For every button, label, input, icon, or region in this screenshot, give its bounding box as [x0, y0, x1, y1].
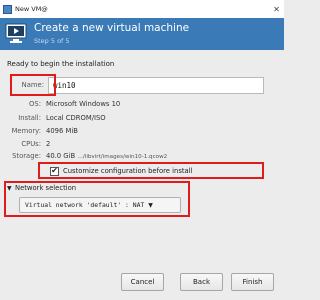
storage-path: …/libvirt/images/win10-1.qcow2	[77, 154, 168, 160]
install-label: Install:	[18, 114, 41, 122]
chevron-down-icon: ▼	[148, 201, 153, 209]
storage-value: 40.0 GiB …/libvirt/images/win10-1.qcow2	[46, 152, 167, 160]
back-button[interactable]: Back	[180, 273, 223, 291]
storage-size: 40.0 GiB	[46, 152, 76, 160]
close-icon[interactable]: ✕	[269, 0, 284, 18]
name-label: Name:	[21, 81, 44, 89]
customize-option[interactable]: ✔ Customize configuration before install	[50, 165, 192, 177]
network-select-value: Virtual network 'default' : NAT	[25, 201, 145, 209]
ready-text: Ready to begin the installation	[7, 60, 115, 68]
os-value: Microsoft Windows 10	[46, 100, 121, 108]
monitor-icon	[5, 23, 27, 43]
network-label[interactable]: Network selection	[15, 184, 76, 192]
window-titlebar: New VM@ ✕	[0, 0, 284, 19]
os-label: OS:	[29, 100, 41, 108]
vm-name-input[interactable]: win10	[48, 77, 264, 94]
window-controls: ✕	[269, 0, 284, 18]
network-select[interactable]: Virtual network 'default' : NAT ▼	[19, 197, 181, 213]
network-expander[interactable]: ▼ Network selection	[7, 184, 76, 192]
name-row: Name: win10	[0, 77, 284, 97]
customize-checkbox[interactable]: ✔	[50, 166, 59, 176]
customize-label[interactable]: Customize configuration before install	[63, 167, 192, 175]
wizard-title: Create a new virtual machine	[34, 22, 190, 34]
wizard-step: Step 5 of 5	[34, 37, 70, 45]
wizard-header: Create a new virtual machine Step 5 of 5	[0, 18, 284, 50]
finish-button[interactable]: Finish	[231, 273, 274, 291]
window-title: New VM@	[15, 5, 48, 13]
monitor-icon	[3, 4, 12, 14]
memory-value: 4096 MiB	[46, 127, 78, 135]
install-value: Local CDROM/ISO	[46, 114, 106, 122]
cancel-button[interactable]: Cancel	[121, 273, 164, 291]
triangle-down-icon[interactable]: ▼	[7, 185, 15, 192]
cpus-label: CPUs:	[21, 140, 41, 148]
cpus-value: 2	[46, 140, 51, 148]
memory-label: Memory:	[11, 127, 41, 135]
storage-label: Storage:	[12, 152, 41, 160]
